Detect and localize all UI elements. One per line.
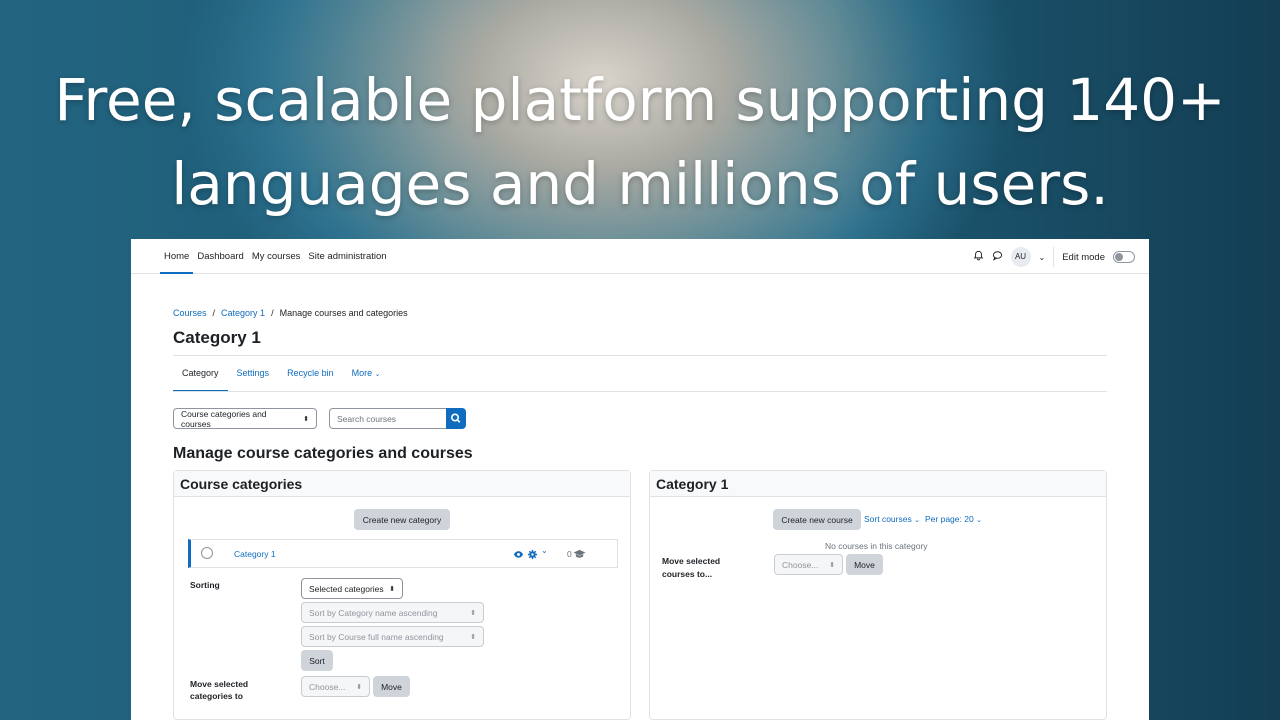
sort-courses-label: Sort courses [864,514,912,524]
chevron-down-icon: ⌄ [976,517,982,524]
course-search: Search courses [329,408,466,429]
per-page-dropdown[interactable]: Per page: 20 ⌄ [925,514,982,524]
select-arrows-icon: ⬍ [356,683,362,691]
navbar-user-area: AU ⌄ Edit mode [973,247,1135,267]
sort-courses-dropdown[interactable]: Sort courses ⌄ [864,514,920,524]
secondary-navigation: Category Settings Recycle bin More ⌄ [173,357,390,392]
sort-by-category-select[interactable]: Sort by Category name ascending ⬍ [301,602,484,623]
select-arrows-icon: ⬍ [303,415,309,423]
edit-mode-label: Edit mode [1062,251,1105,263]
breadcrumb-courses[interactable]: Courses [173,308,207,318]
top-navbar: Home Dashboard My courses Site administr… [131,239,1149,274]
select-arrows-icon: ⬍ [829,561,835,569]
sort-scope-value: Selected categories [309,583,384,594]
course-count: 0 [567,549,572,559]
edit-mode-toggle[interactable] [1113,251,1135,263]
select-arrows-icon: ⬍ [470,609,476,617]
chevron-down-icon: ⌄ [374,371,381,378]
panel-heading: Category 1 [650,471,1106,497]
tab-more[interactable]: More ⌄ [343,357,390,392]
move-courses-button[interactable]: Move [846,554,883,575]
create-new-course-button[interactable]: Create new course [773,509,861,530]
chevron-down-icon[interactable]: ⌄ [541,546,548,555]
section-title: Manage course categories and courses [173,445,473,462]
move-label-line-1: Move selected [190,679,249,689]
sort-by-category-value: Sort by Category name ascending [309,607,438,618]
tab-settings[interactable]: Settings [228,357,279,392]
page-title: Category 1 [173,328,261,347]
headline-line-2: languages and millions of users. [171,150,1109,218]
search-icon [451,413,461,423]
sort-scope-select[interactable]: Selected categories ⬍ [301,578,403,599]
divider [173,355,1107,356]
search-button[interactable] [446,408,466,429]
category-row[interactable]: Category 1 ⌄ 0 [188,539,618,568]
move-categories-select[interactable]: Choose... ⬍ [301,676,370,697]
move-courses-value: Choose... [782,559,819,570]
tab-more-label: More [351,368,373,378]
avatar[interactable]: AU [1010,247,1031,267]
search-input[interactable]: Search courses [329,408,446,429]
graduation-cap-icon [573,547,586,565]
notification-bell-icon[interactable] [973,250,984,264]
move-label-line-1: Move selected [662,556,721,566]
move-label-line-2: categories to [190,691,243,701]
sort-by-course-select[interactable]: Sort by Course full name ascending ⬍ [301,626,484,647]
per-page-label: Per page: 20 [925,514,974,524]
moodle-screenshot: Home Dashboard My courses Site administr… [131,239,1149,720]
breadcrumb: Courses / Category 1 / Manage courses an… [173,308,408,318]
tab-category[interactable]: Category [173,357,228,392]
no-courses-message: No courses in this category [825,541,928,551]
move-categories-value: Choose... [309,681,346,692]
select-arrows-icon: ⬍ [389,585,395,593]
category-name-link[interactable]: Category 1 [234,549,276,559]
breadcrumb-separator: / [212,308,216,318]
breadcrumb-separator: / [271,308,274,318]
panel-heading: Course categories [174,471,630,497]
divider [1053,247,1055,267]
create-new-category-button[interactable]: Create new category [354,509,450,530]
headline: Free, scalable platform supporting 140+ … [0,58,1280,226]
sorting-label: Sorting [190,580,220,590]
messages-icon[interactable] [992,250,1003,264]
move-courses-label: Move selected courses to... [662,555,720,581]
primary-navigation: Home Dashboard My courses Site administr… [160,239,391,274]
nav-dashboard[interactable]: Dashboard [193,239,247,274]
select-arrows-icon: ⬍ [470,633,476,641]
breadcrumb-current: Manage courses and categories [279,308,408,318]
nav-home[interactable]: Home [160,239,194,274]
view-select[interactable]: Course categories and courses ⬍ [173,408,317,429]
gear-icon[interactable] [527,547,538,565]
breadcrumb-category[interactable]: Category 1 [221,308,265,318]
sort-button[interactable]: Sort [301,650,333,671]
nav-my-courses[interactable]: My courses [248,239,305,274]
divider [173,391,1107,392]
view-select-value: Course categories and courses [181,408,267,429]
category-checkbox[interactable] [201,547,213,559]
move-categories-label: Move selected categories to [190,678,248,702]
user-menu-chevron-icon[interactable]: ⌄ [1039,253,1046,262]
category-courses-panel: Category 1 Create new course Sort course… [649,470,1107,720]
course-categories-panel: Course categories Create new category Ca… [173,470,631,720]
tab-recycle-bin[interactable]: Recycle bin [278,357,343,392]
chevron-down-icon: ⌄ [914,517,920,524]
nav-site-administration[interactable]: Site administration [304,239,390,274]
move-categories-button[interactable]: Move [373,676,410,697]
visibility-eye-icon[interactable] [513,547,524,565]
move-courses-select[interactable]: Choose... ⬍ [774,554,843,575]
headline-line-1: Free, scalable platform supporting 140+ [54,66,1226,134]
sort-by-course-value: Sort by Course full name ascending [309,631,444,642]
move-label-line-2: courses to... [662,569,713,579]
